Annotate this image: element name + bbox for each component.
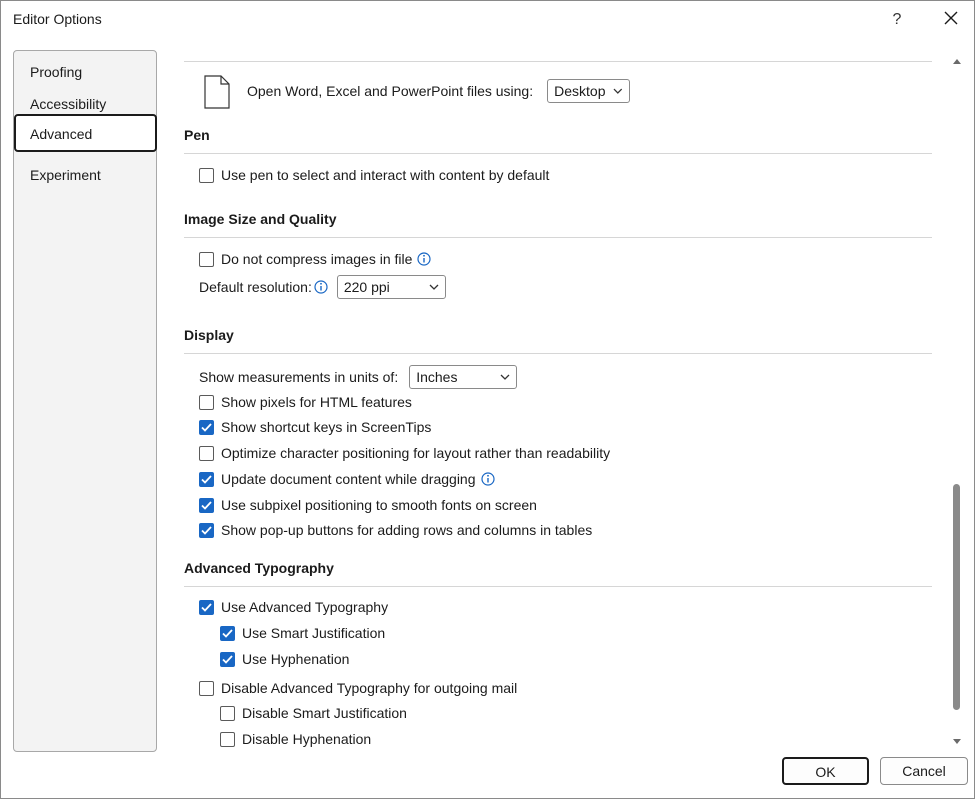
checkbox-label: Use pen to select and interact with cont… (221, 167, 550, 183)
divider (184, 237, 932, 238)
chevron-down-icon (614, 88, 623, 94)
checkbox-row[interactable]: Show shortcut keys in ScreenTips (199, 417, 431, 437)
open-files-row: Open Word, Excel and PowerPoint files us… (247, 79, 631, 103)
ok-button[interactable]: OK (782, 757, 869, 785)
checkbox-label: Show pop-up buttons for adding rows and … (221, 522, 593, 538)
checkbox-label: Update document content while dragging (221, 471, 476, 487)
checkbox-row[interactable]: Use pen to select and interact with cont… (199, 165, 549, 185)
open-files-label: Open Word, Excel and PowerPoint files us… (247, 83, 534, 99)
vertical-scrollbar[interactable] (947, 41, 967, 751)
checkbox-display-2[interactable] (199, 445, 214, 461)
editor-options-dialog: Editor Options ? Proofing Accessibility … (0, 0, 975, 799)
checkbox-label: Use Smart Justification (242, 625, 386, 641)
divider (184, 353, 932, 354)
sidebar-nav: Proofing Accessibility Advanced Experime… (13, 50, 157, 752)
section-title-image: Image Size and Quality (184, 211, 337, 227)
checkbox-label: Show shortcut keys in ScreenTips (221, 419, 432, 435)
checkbox-label: Use subpixel positioning to smooth fonts… (221, 497, 537, 513)
units-label: Show measurements in units of: (199, 369, 399, 385)
document-icon (204, 75, 230, 109)
options-panel: Open Word, Excel and PowerPoint files us… (171, 41, 946, 751)
checkbox-label: Show pixels for HTML features (221, 394, 412, 410)
checkbox-row[interactable]: Optimize character positioning for layou… (199, 443, 610, 463)
close-icon[interactable] (937, 7, 965, 33)
resolution-label: Default resolution: (199, 279, 312, 295)
checkbox-typography-4[interactable] (220, 705, 235, 721)
checkbox-display-1[interactable] (199, 419, 214, 435)
sidebar-item-advanced[interactable]: Advanced (14, 114, 157, 152)
checkbox-label: Disable Hyphenation (242, 731, 372, 747)
checkbox-row[interactable]: Use Hyphenation (220, 649, 349, 669)
cancel-button[interactable]: Cancel (880, 757, 968, 785)
scroll-down-icon[interactable] (952, 738, 962, 746)
checkbox-label: Use Advanced Typography (221, 599, 389, 615)
checkbox-row[interactable]: Show pop-up buttons for adding rows and … (199, 520, 592, 540)
checkbox-row[interactable]: Use subpixel positioning to smooth fonts… (199, 495, 537, 515)
checkbox-display-3[interactable] (199, 471, 214, 487)
checkbox-typography-3[interactable] (199, 680, 214, 696)
scrollbar-thumb[interactable] (953, 484, 960, 710)
divider (184, 586, 932, 587)
checkbox-display-5[interactable] (199, 522, 214, 538)
checkbox-label: Use Hyphenation (242, 651, 350, 667)
checkbox-typography-0[interactable] (199, 599, 214, 615)
divider (184, 153, 932, 154)
resolution-select[interactable]: 220 ppi (336, 275, 446, 299)
units-row: Show measurements in units of: Inches (199, 365, 518, 389)
checkbox-label: Disable Advanced Typography for outgoing… (221, 680, 518, 696)
checkbox-typography-2[interactable] (220, 651, 235, 667)
checkbox-row[interactable]: Use Smart Justification (220, 623, 385, 643)
checkbox-pen[interactable] (199, 167, 214, 183)
checkbox-compress[interactable] (199, 251, 214, 267)
chevron-down-icon (500, 374, 510, 380)
checkbox-label: Optimize character positioning for layou… (221, 445, 611, 461)
checkbox-label: Disable Smart Justification (242, 705, 407, 721)
checkbox-display-0[interactable] (199, 394, 214, 410)
checkbox-typography-5[interactable] (220, 731, 235, 747)
checkbox-row[interactable]: Use Advanced Typography (199, 597, 388, 617)
scroll-up-icon[interactable] (952, 57, 962, 65)
checkbox-row[interactable]: Do not compress images in file (199, 249, 432, 269)
checkbox-label: Do not compress images in file (221, 251, 413, 267)
open-files-select[interactable]: Desktop (547, 79, 631, 103)
section-title-typography: Advanced Typography (184, 560, 334, 576)
chevron-down-icon (429, 284, 439, 290)
checkbox-row[interactable]: Disable Hyphenation (220, 729, 371, 749)
open-files-select-value: Desktop (554, 83, 606, 99)
dialog-title: Editor Options (13, 11, 102, 27)
title-bar: Editor Options ? (1, 1, 974, 37)
info-icon[interactable] (314, 280, 328, 294)
help-button[interactable]: ? (885, 7, 909, 33)
divider (184, 61, 932, 62)
info-icon[interactable] (480, 472, 495, 486)
units-select[interactable]: Inches (409, 365, 518, 389)
section-title-pen: Pen (184, 127, 210, 143)
checkbox-row[interactable]: Disable Advanced Typography for outgoing… (199, 678, 517, 698)
sidebar-item-experiment[interactable]: Experiment (15, 157, 156, 195)
info-icon[interactable] (417, 252, 432, 266)
resolution-row: Default resolution: 220 ppi (199, 275, 446, 299)
checkbox-typography-1[interactable] (220, 625, 235, 641)
checkbox-row[interactable]: Disable Smart Justification (220, 703, 407, 723)
checkbox-display-4[interactable] (199, 497, 214, 513)
units-select-value: Inches (416, 369, 458, 385)
resolution-select-value: 220 ppi (343, 279, 390, 295)
section-title-display: Display (184, 327, 234, 343)
checkbox-row[interactable]: Update document content while dragging (199, 469, 495, 489)
checkbox-row[interactable]: Show pixels for HTML features (199, 392, 412, 412)
